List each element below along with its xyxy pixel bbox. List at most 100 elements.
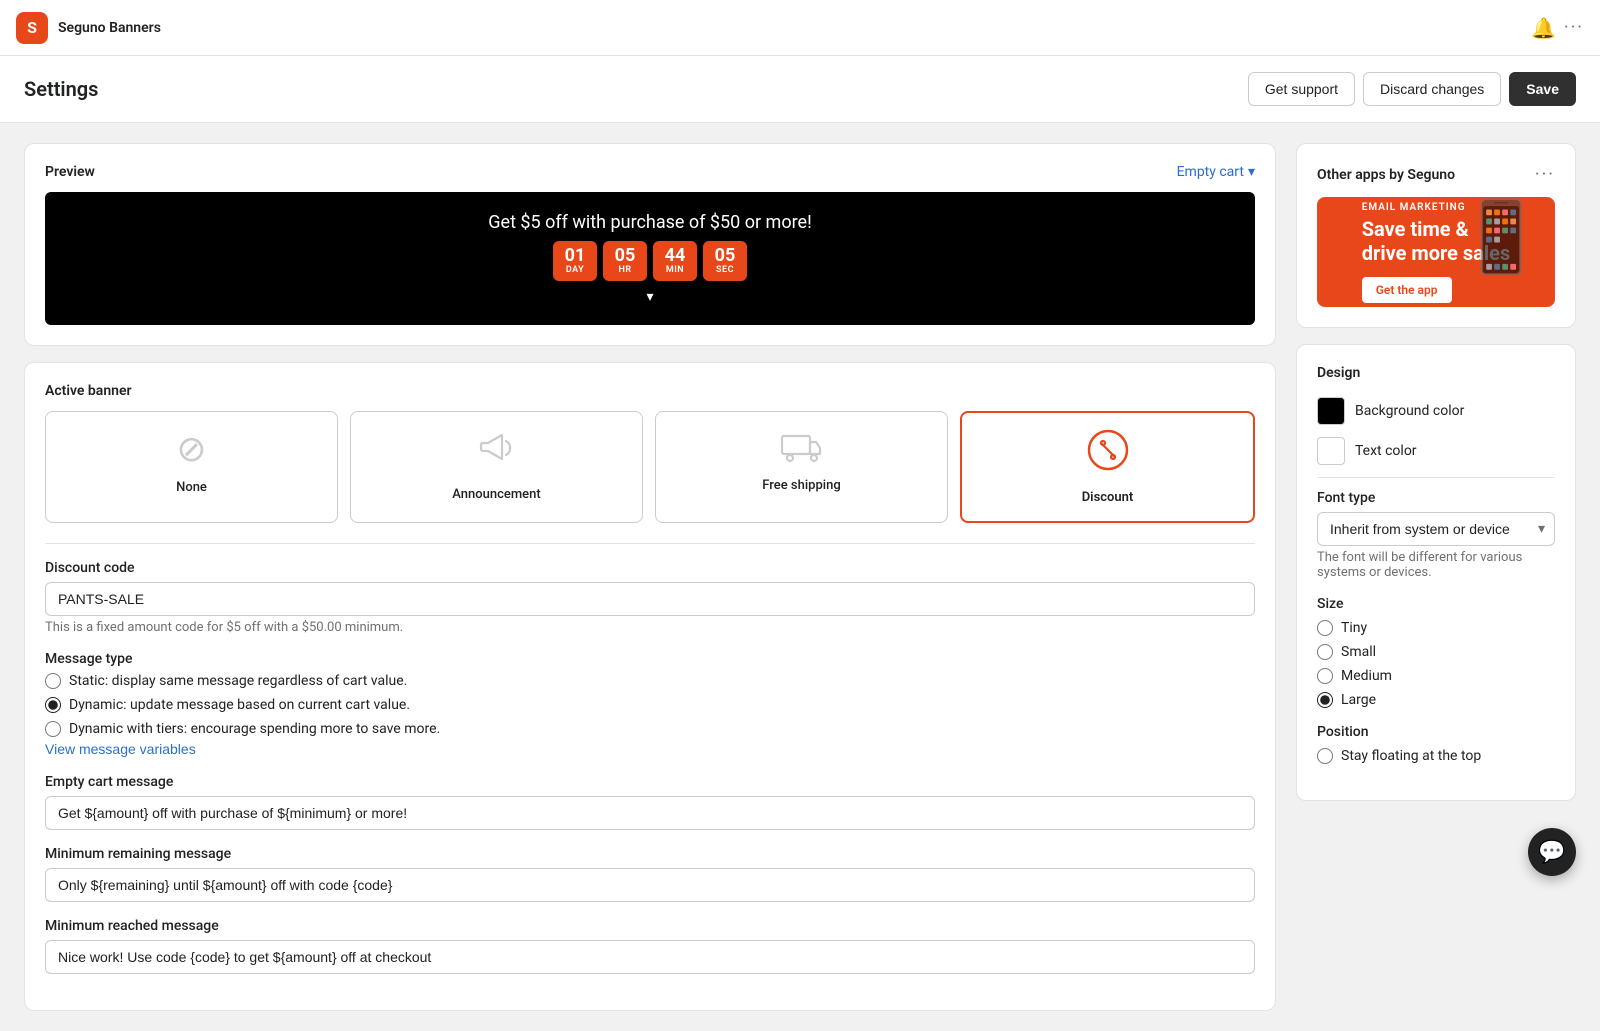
seguno-ad-banner[interactable]: EMAIL MARKETING Save time &drive more sa…	[1317, 197, 1555, 307]
timer-min: 44 MIN	[653, 241, 697, 281]
free-shipping-icon	[780, 428, 824, 468]
banner-type-free-shipping[interactable]: Free shipping	[655, 411, 948, 523]
other-apps-title: Other apps by Seguno	[1317, 167, 1455, 183]
banner-type-discount[interactable]: Discount	[960, 411, 1255, 523]
preview-card: Preview Empty cart ▾ Get $5 off with pur…	[24, 143, 1276, 346]
min-reached-section: Minimum reached message	[45, 918, 1255, 974]
message-type-static[interactable]: Static: display same message regardless …	[45, 673, 1255, 689]
min-remaining-section: Minimum remaining message	[45, 846, 1255, 902]
text-color-label: Text color	[1355, 443, 1417, 459]
size-label: Size	[1317, 596, 1555, 612]
font-type-select-wrapper: Inherit from system or device Arial Geor…	[1317, 512, 1555, 546]
position-section: Position Stay floating at the top	[1317, 724, 1555, 764]
size-small[interactable]: Small	[1317, 644, 1555, 660]
page-header-actions: Get support Discard changes Save	[1248, 72, 1576, 106]
other-apps-header: Other apps by Seguno ···	[1317, 164, 1555, 185]
chevron-down-icon: ▾	[1248, 164, 1255, 180]
message-type-label: Message type	[45, 651, 1255, 667]
view-message-variables-link[interactable]: View message variables	[45, 741, 196, 757]
background-color-swatch[interactable]	[1317, 397, 1345, 425]
message-type-options: Static: display same message regardless …	[45, 673, 1255, 737]
size-tiny-radio[interactable]	[1317, 620, 1333, 636]
empty-cart-section: Empty cart message	[45, 774, 1255, 830]
empty-cart-input[interactable]	[45, 796, 1255, 830]
app-logo: S	[16, 12, 48, 44]
size-small-radio[interactable]	[1317, 644, 1333, 660]
banner-type-announcement[interactable]: Announcement	[350, 411, 643, 523]
banner-type-free-shipping-label: Free shipping	[762, 478, 840, 493]
topbar-right: 🔔 ···	[1531, 16, 1584, 40]
timer-sec: 05 SEC	[703, 241, 747, 281]
text-color-row: Text color	[1317, 437, 1555, 465]
topbar: S Seguno Banners 🔔 ···	[0, 0, 1600, 56]
size-section: Size Tiny Small Medium	[1317, 596, 1555, 708]
notifications-icon[interactable]: 🔔	[1531, 16, 1556, 40]
size-options: Tiny Small Medium Large	[1317, 620, 1555, 708]
position-floating-radio[interactable]	[1317, 748, 1333, 764]
discount-icon	[1087, 429, 1129, 480]
banner-type-grid: ⊘ None Announcement Free shipping	[45, 411, 1255, 523]
banner-type-announcement-label: Announcement	[452, 487, 540, 502]
empty-cart-label: Empty cart message	[45, 774, 1255, 790]
banner-expand-icon[interactable]: ▾	[646, 289, 653, 305]
banner-type-discount-label: Discount	[1082, 490, 1134, 505]
position-options: Stay floating at the top	[1317, 748, 1555, 764]
other-apps-card: Other apps by Seguno ··· EMAIL MARKETING…	[1296, 143, 1576, 328]
save-button[interactable]: Save	[1509, 72, 1576, 106]
font-type-label: Font type	[1317, 490, 1555, 506]
message-type-tiers-radio[interactable]	[45, 721, 61, 737]
chat-button[interactable]: 💬	[1528, 828, 1576, 876]
size-tiny[interactable]: Tiny	[1317, 620, 1555, 636]
other-apps-more-icon[interactable]: ···	[1535, 164, 1555, 185]
timer-hr: 05 HR	[603, 241, 647, 281]
font-type-hint: The font will be different for various s…	[1317, 550, 1555, 580]
design-card: Design Background color Text color Font …	[1296, 344, 1576, 801]
more-menu-icon[interactable]: ···	[1564, 17, 1584, 38]
position-floating[interactable]: Stay floating at the top	[1317, 748, 1555, 764]
min-reached-input[interactable]	[45, 940, 1255, 974]
seguno-ad-cta[interactable]: Get the app	[1362, 277, 1452, 303]
preview-banner: Get $5 off with purchase of $50 or more!…	[45, 192, 1255, 325]
discard-changes-button[interactable]: Discard changes	[1363, 72, 1501, 106]
message-type-dynamic[interactable]: Dynamic: update message based on current…	[45, 697, 1255, 713]
message-type-static-radio[interactable]	[45, 673, 61, 689]
preview-banner-text: Get $5 off with purchase of $50 or more!	[488, 212, 811, 233]
size-medium-radio[interactable]	[1317, 668, 1333, 684]
preview-cart-button[interactable]: Empty cart ▾	[1177, 164, 1255, 180]
preview-header: Preview Empty cart ▾	[45, 164, 1255, 180]
design-title: Design	[1317, 365, 1555, 381]
discount-code-hint: This is a fixed amount code for $5 off w…	[45, 620, 1255, 635]
main-content: Preview Empty cart ▾ Get $5 off with pur…	[0, 123, 1600, 1031]
background-color-label: Background color	[1355, 403, 1464, 419]
min-remaining-input[interactable]	[45, 868, 1255, 902]
discount-code-input[interactable]	[45, 582, 1255, 616]
timer-day: 01 DAY	[553, 241, 597, 281]
text-color-swatch[interactable]	[1317, 437, 1345, 465]
right-panel: Other apps by Seguno ··· EMAIL MARKETING…	[1296, 143, 1576, 1011]
banner-type-none-label: None	[176, 480, 207, 495]
get-support-button[interactable]: Get support	[1248, 72, 1355, 106]
min-reached-label: Minimum reached message	[45, 918, 1255, 934]
topbar-left: S Seguno Banners	[16, 12, 161, 44]
active-banner-card: Active banner ⊘ None Announcement	[24, 362, 1276, 1011]
chat-icon: 💬	[1538, 840, 1565, 865]
min-remaining-label: Minimum remaining message	[45, 846, 1255, 862]
preview-timer: 01 DAY 05 HR 44 MIN 05 SEC	[553, 241, 747, 281]
message-type-dynamic-radio[interactable]	[45, 697, 61, 713]
left-panel: Preview Empty cart ▾ Get $5 off with pur…	[24, 143, 1276, 1011]
page-header: Settings Get support Discard changes Sav…	[0, 56, 1600, 123]
none-icon: ⊘	[176, 428, 206, 470]
size-large[interactable]: Large	[1317, 692, 1555, 708]
message-type-dynamic-tiers[interactable]: Dynamic with tiers: encourage spending m…	[45, 721, 1255, 737]
banner-type-none[interactable]: ⊘ None	[45, 411, 338, 523]
font-type-select[interactable]: Inherit from system or device Arial Geor…	[1317, 512, 1555, 546]
font-type-section: Font type Inherit from system or device …	[1317, 490, 1555, 580]
page-title: Settings	[24, 77, 98, 101]
discount-code-label: Discount code	[45, 560, 1255, 576]
size-large-radio[interactable]	[1317, 692, 1333, 708]
seguno-ad-phone-icon: 📱	[1458, 197, 1545, 279]
background-color-row: Background color	[1317, 397, 1555, 425]
preview-label: Preview	[45, 164, 95, 180]
size-medium[interactable]: Medium	[1317, 668, 1555, 684]
position-label: Position	[1317, 724, 1555, 740]
